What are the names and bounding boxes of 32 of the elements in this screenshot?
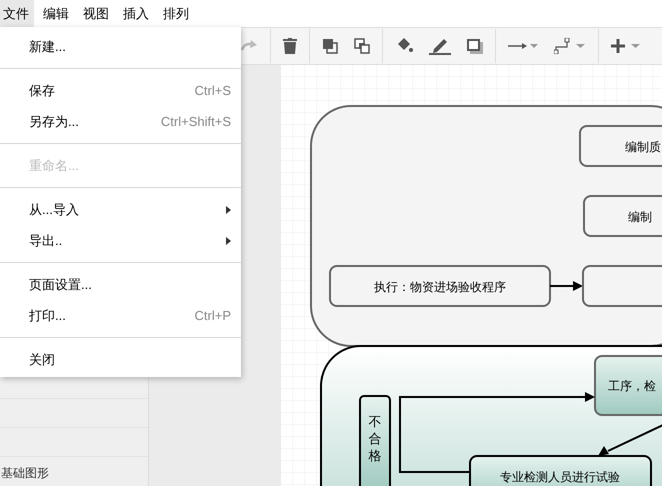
box-label: 编制 (628, 210, 652, 224)
menu-tab[interactable]: 排列 (160, 0, 194, 27)
box-label: 专业检测人员进行试验 (500, 470, 620, 484)
shadow-icon[interactable] (467, 38, 483, 54)
to-back-icon[interactable] (354, 38, 370, 54)
menu-item[interactable]: 导出.. (0, 225, 241, 256)
pencil-icon[interactable] (429, 37, 451, 55)
arrow (550, 281, 583, 291)
menu-item[interactable]: 页面设置... (0, 269, 241, 300)
submenu-arrow-icon (226, 237, 231, 245)
menu-item[interactable]: 从...导入 (0, 194, 241, 225)
menu-tab[interactable]: 插入 (120, 0, 154, 27)
arrow (598, 424, 662, 456)
menu-tab[interactable]: 视图 (80, 0, 114, 27)
connector-arrow-icon[interactable] (508, 42, 538, 50)
box-label: 执行：物资进场验收程序 (374, 280, 506, 294)
menu-item[interactable]: 打印... Ctrl+P (0, 300, 241, 331)
menu-tab[interactable]: 编辑 (40, 0, 74, 27)
submenu-arrow-icon (226, 206, 231, 214)
waypoint-icon[interactable] (554, 38, 586, 54)
menu-item[interactable]: 关闭 (0, 344, 241, 375)
delete-icon[interactable] (283, 38, 297, 54)
menu-item[interactable]: 保存 Ctrl+S (0, 75, 241, 106)
to-front-icon[interactable] (322, 38, 338, 54)
box-label: 工序，检 (608, 379, 656, 393)
menu-item[interactable]: 新建... (0, 31, 241, 62)
menu-item[interactable]: 另存为... Ctrl+Shift+S (0, 106, 241, 137)
process-box (594, 355, 662, 416)
box-label: 编制质 (625, 140, 661, 154)
sidebar-section-title[interactable]: 基础图形 (0, 457, 148, 482)
box-label: 不合格 (368, 414, 382, 463)
menu-tab[interactable]: 文件 (0, 0, 34, 27)
